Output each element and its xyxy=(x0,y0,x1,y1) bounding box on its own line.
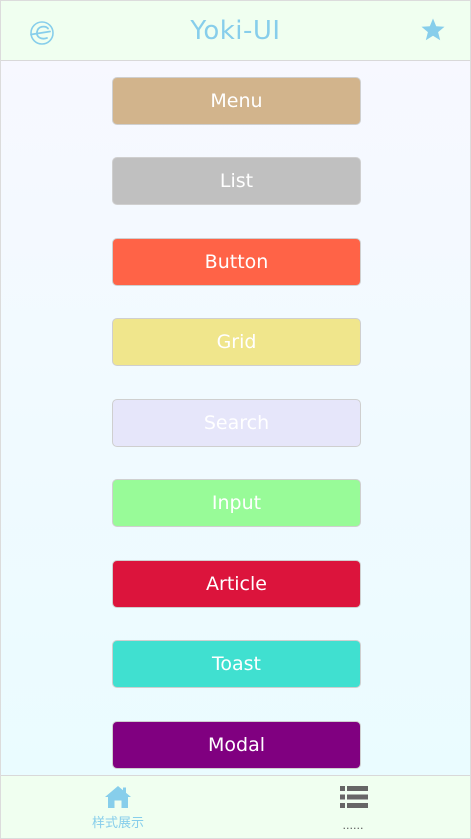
article-button[interactable]: Article xyxy=(112,560,361,608)
tab-more[interactable]: ...... xyxy=(236,776,470,838)
top-bar: Yoki-UI xyxy=(1,1,470,61)
modal-button[interactable]: Modal xyxy=(112,721,361,769)
grid-button[interactable]: Grid xyxy=(112,318,361,366)
button-button[interactable]: Button xyxy=(112,238,361,286)
component-list: Menu List Button Grid Search Input Artic… xyxy=(1,61,470,775)
app-title: Yoki-UI xyxy=(190,16,281,46)
search-button[interactable]: Search xyxy=(112,399,361,447)
home-icon xyxy=(104,784,132,810)
bottom-tab-bar: 样式展示 ...... xyxy=(1,775,470,838)
tab-style-showcase[interactable]: 样式展示 xyxy=(1,776,235,838)
star-icon[interactable] xyxy=(420,17,446,43)
list-icon xyxy=(339,784,368,810)
input-button[interactable]: Input xyxy=(112,479,361,527)
tab-label-more: ...... xyxy=(342,819,364,832)
list-button[interactable]: List xyxy=(112,157,361,205)
tab-label-style-showcase: 样式展示 xyxy=(91,816,144,831)
menu-button[interactable]: Menu xyxy=(112,77,361,125)
app-window: Yoki-UI Menu List Button Grid Search Inp… xyxy=(0,0,471,839)
toast-button[interactable]: Toast xyxy=(112,640,361,688)
